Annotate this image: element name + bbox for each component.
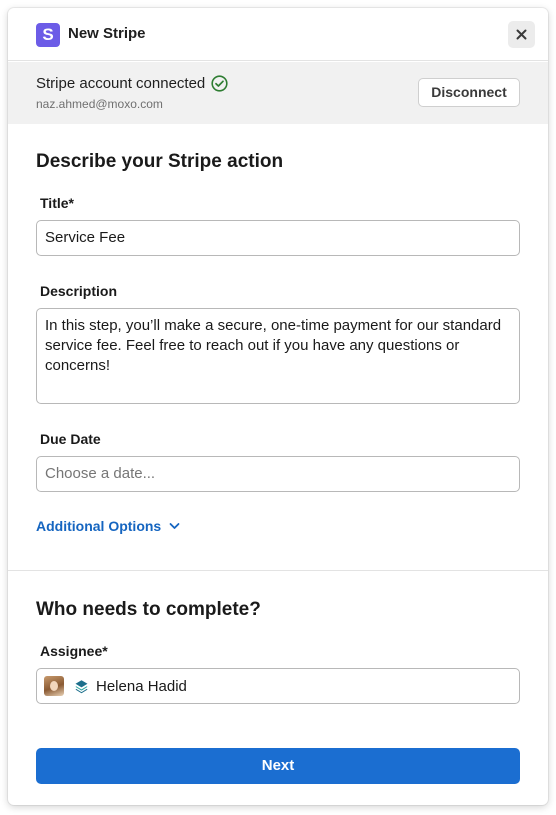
close-icon (516, 29, 527, 40)
new-stripe-dialog: S New Stripe Stripe account connected na… (8, 8, 548, 805)
assignee-name: Helena Hadid (96, 677, 187, 695)
assignee-field[interactable]: Helena Hadid (36, 668, 520, 704)
connection-banner: Stripe account connected naz.ahmed@moxo.… (8, 62, 548, 124)
connection-status: Stripe account connected (36, 75, 228, 92)
account-email: naz.ahmed@moxo.com (36, 97, 163, 111)
dialog-header: S New Stripe (8, 8, 548, 61)
chevron-down-icon (169, 522, 180, 530)
due-date-label: Due Date (40, 431, 101, 447)
additional-options-label: Additional Options (36, 518, 162, 534)
title-input[interactable]: Service Fee (36, 220, 520, 256)
section-title-describe: Describe your Stripe action (36, 151, 284, 172)
avatar (44, 676, 64, 696)
check-circle-icon (211, 75, 228, 92)
description-label: Description (40, 283, 118, 299)
section-divider (8, 570, 548, 571)
title-label: Title* (40, 195, 74, 211)
description-textarea[interactable]: In this step, you’ll make a secure, one-… (36, 308, 520, 404)
connection-status-text: Stripe account connected (36, 75, 206, 92)
additional-options-toggle[interactable]: Additional Options (36, 518, 180, 534)
disconnect-button[interactable]: Disconnect (418, 78, 520, 107)
due-date-input[interactable]: Choose a date... (36, 456, 520, 492)
dialog-title: New Stripe (68, 25, 146, 42)
stripe-logo-icon: S (36, 23, 60, 47)
close-button[interactable] (508, 21, 535, 48)
layers-icon (74, 679, 89, 694)
section-title-assign: Who needs to complete? (36, 599, 261, 620)
next-button[interactable]: Next (36, 748, 520, 784)
assignee-label: Assignee* (40, 643, 108, 659)
